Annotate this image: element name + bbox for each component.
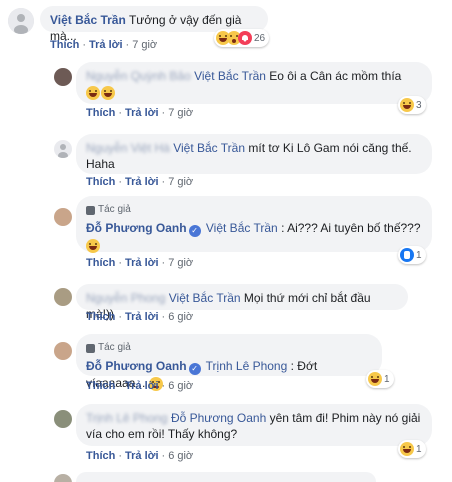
verified-icon: ✓: [188, 363, 201, 375]
commenter-name[interactable]: Đỗ Phương Oanh: [86, 359, 187, 373]
comment-actions: Thích · Trả lời · 7 giờ: [86, 176, 194, 188]
author-badge: Tác giả: [86, 340, 372, 356]
avatar[interactable]: [54, 68, 72, 86]
reaction-count: 1: [416, 443, 422, 455]
comment-text: Eo ôi a Cân ác mồm thía: [269, 69, 402, 83]
avatar-image: [8, 8, 34, 34]
haha-icon: [101, 85, 115, 100]
reaction-count: 1: [416, 249, 422, 261]
like-link[interactable]: Thích: [86, 107, 115, 119]
love-icon: [238, 31, 252, 45]
timestamp[interactable]: 7 giờ: [168, 257, 193, 269]
haha-icon: [400, 98, 414, 112]
timestamp[interactable]: 6 giờ: [168, 311, 193, 323]
reply-link[interactable]: Trả lời: [125, 257, 159, 269]
avatar[interactable]: [54, 288, 72, 306]
comment-bubble-partial: [76, 472, 376, 482]
verified-icon: ✓: [188, 225, 201, 237]
like-link[interactable]: Thích: [86, 176, 115, 188]
avatar-image: [58, 144, 68, 158]
reply-link[interactable]: Trả lời: [125, 450, 159, 462]
comment-actions: Thích · Trả lời · 7 giờ: [86, 257, 194, 269]
comment-actions: Thích · Trả lời · 6 giờ: [86, 311, 194, 323]
mention-link[interactable]: Việt Bắc Trần: [169, 291, 241, 305]
commenter-name[interactable]: Nguyễn Phong: [86, 291, 165, 305]
reply-link[interactable]: Trả lời: [125, 380, 159, 392]
mention-link[interactable]: Việt Bắc Trần: [206, 221, 278, 235]
haha-icon: [400, 442, 414, 456]
avatar[interactable]: [54, 140, 72, 158]
comment-actions: Thích · Trả lời · 6 giờ: [86, 450, 194, 462]
like-link[interactable]: Thích: [86, 380, 115, 392]
comment-bubble: Tác giả Đỗ Phương Oanh ✓ Việt Bắc Trần : …: [76, 196, 432, 253]
comment-bubble: Tác giả Đỗ Phương Oanh ✓ Trịnh Lê Phong :…: [76, 334, 382, 391]
comment-bubble: Nguyễn Phong Việt Bắc Trần Mọi thứ mới c…: [76, 284, 408, 321]
timestamp[interactable]: 6 giờ: [168, 380, 193, 392]
commenter-name[interactable]: Đỗ Phương Oanh: [86, 221, 187, 235]
avatar[interactable]: [54, 342, 72, 360]
like-link[interactable]: Thích: [86, 257, 115, 269]
like-icon: [400, 248, 414, 262]
timestamp[interactable]: 7 giờ: [132, 39, 157, 51]
comment-bubble: Trịnh Lê Phong Đỗ Phương Oanh yên tâm đi…: [76, 404, 432, 446]
mention-link[interactable]: Đỗ Phương Oanh: [171, 411, 266, 425]
reaction-count: 1: [384, 373, 390, 385]
author-badge: Tác giả: [86, 202, 422, 218]
comment-bubble: Nguyễn Việt Hà Việt Bắc Trần mít tơ Ki L…: [76, 134, 432, 174]
mention-link[interactable]: Trịnh Lê Phong: [206, 359, 288, 373]
reaction-count: 26: [254, 32, 266, 44]
comment-actions: Thích · Trả lời · 7 giờ: [50, 39, 158, 51]
like-link[interactable]: Thích: [86, 450, 115, 462]
pen-icon: [86, 205, 95, 215]
mention-link[interactable]: Việt Bắc Trần: [173, 141, 245, 155]
like-link[interactable]: Thích: [86, 311, 115, 323]
reply-link[interactable]: Trả lời: [89, 39, 123, 51]
timestamp[interactable]: 7 giờ: [168, 176, 193, 188]
commenter-name[interactable]: Việt Bắc Trần: [50, 13, 126, 27]
reaction-summary[interactable]: 1: [398, 246, 426, 264]
comment-bubble: Nguyễn Quỳnh Bảo Việt Bắc Trần Eo ôi a C…: [76, 62, 432, 104]
haha-icon: [368, 372, 382, 386]
timestamp[interactable]: 6 giờ: [168, 450, 193, 462]
commenter-name[interactable]: Trịnh Lê Phong: [86, 411, 168, 425]
reaction-summary[interactable]: 3: [398, 96, 426, 114]
pen-icon: [86, 343, 95, 353]
avatar[interactable]: [54, 208, 72, 226]
timestamp[interactable]: 7 giờ: [168, 107, 193, 119]
reaction-summary[interactable]: 1: [398, 440, 426, 458]
reaction-summary[interactable]: 1: [366, 370, 394, 388]
mention-link[interactable]: Việt Bắc Trần: [194, 69, 266, 83]
commenter-name[interactable]: Nguyễn Quỳnh Bảo: [86, 69, 191, 83]
comment-text: : Ai??? Ai tuyên bố thế???: [281, 221, 421, 235]
reply-link[interactable]: Trả lời: [125, 107, 159, 119]
avatar[interactable]: [54, 410, 72, 428]
reaction-summary[interactable]: 26: [214, 29, 270, 47]
reaction-count: 3: [416, 99, 422, 111]
like-link[interactable]: Thích: [50, 39, 79, 51]
haha-icon: [86, 238, 100, 253]
comment-actions: Thích · Trả lời · 6 giờ: [86, 380, 194, 392]
comment-actions: Thích · Trả lời · 7 giờ: [86, 107, 194, 119]
commenter-name[interactable]: Nguyễn Việt Hà: [86, 141, 170, 155]
avatar[interactable]: [54, 474, 72, 482]
haha-icon: [86, 85, 100, 100]
avatar[interactable]: [8, 8, 34, 34]
reply-link[interactable]: Trả lời: [125, 176, 159, 188]
reply-link[interactable]: Trả lời: [125, 311, 159, 323]
